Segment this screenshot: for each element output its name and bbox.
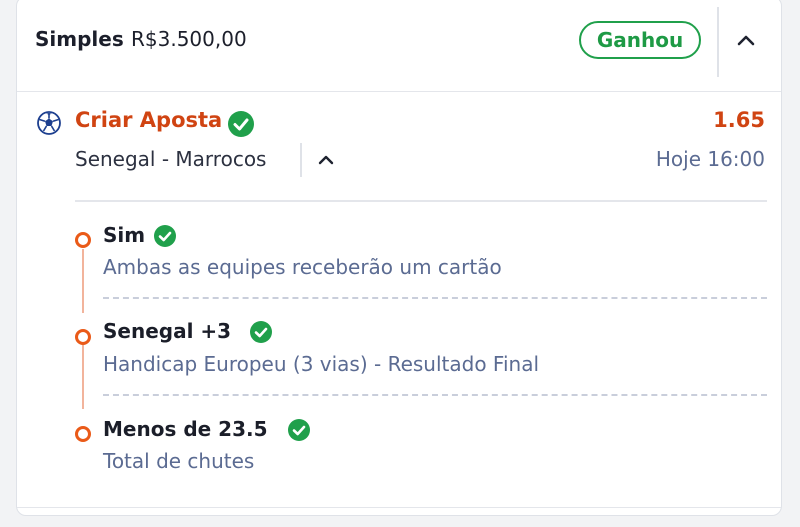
chevron-up-icon [737, 35, 755, 46]
event-divider [300, 143, 302, 177]
card-footer-separator [17, 507, 781, 508]
selection-separator [75, 200, 767, 202]
leg-status-dot [75, 329, 91, 345]
header-separator [17, 91, 781, 92]
check-circle-icon [154, 225, 176, 247]
leg-status-dot [75, 232, 91, 248]
bet-type-label: Simples [35, 27, 124, 51]
leg-connector [82, 249, 84, 313]
check-circle-icon [288, 419, 310, 441]
leg-market: Ambas as equipes receberão um cartão [103, 255, 502, 279]
event-name: Senegal - Marrocos [75, 147, 267, 171]
leg-status-dot [75, 426, 91, 442]
leg-pick: Sim [103, 223, 146, 247]
leg-market: Handicap Europeu (3 vias) - Resultado Fi… [103, 352, 540, 376]
leg-pick: Menos de 23.5 [103, 417, 268, 441]
check-circle-icon [250, 321, 272, 343]
leg-separator [103, 394, 767, 396]
collapse-button[interactable] [729, 23, 763, 57]
event-toggle-button[interactable] [313, 147, 339, 173]
odds-value: 1.65 [713, 108, 765, 132]
stake-amount: R$3.500,00 [131, 27, 247, 51]
market-title: Criar Aposta [75, 108, 223, 132]
status-badge: Ganhou [579, 21, 701, 59]
leg-separator [103, 297, 767, 299]
event-time: Hoje 16:00 [655, 147, 765, 171]
soccer-ball-icon [37, 111, 61, 135]
header-divider [717, 7, 719, 77]
leg-pick: Senegal +3 [103, 319, 232, 343]
leg-market: Total de chutes [103, 449, 255, 473]
leg-connector [82, 345, 84, 409]
chevron-up-icon [318, 155, 334, 165]
bet-header[interactable]: Simples R$3.500,00 Ganhou [17, 0, 783, 93]
bet-card: Simples R$3.500,00 Ganhou Criar Aposta 1… [16, 0, 782, 516]
check-circle-icon [228, 111, 254, 137]
